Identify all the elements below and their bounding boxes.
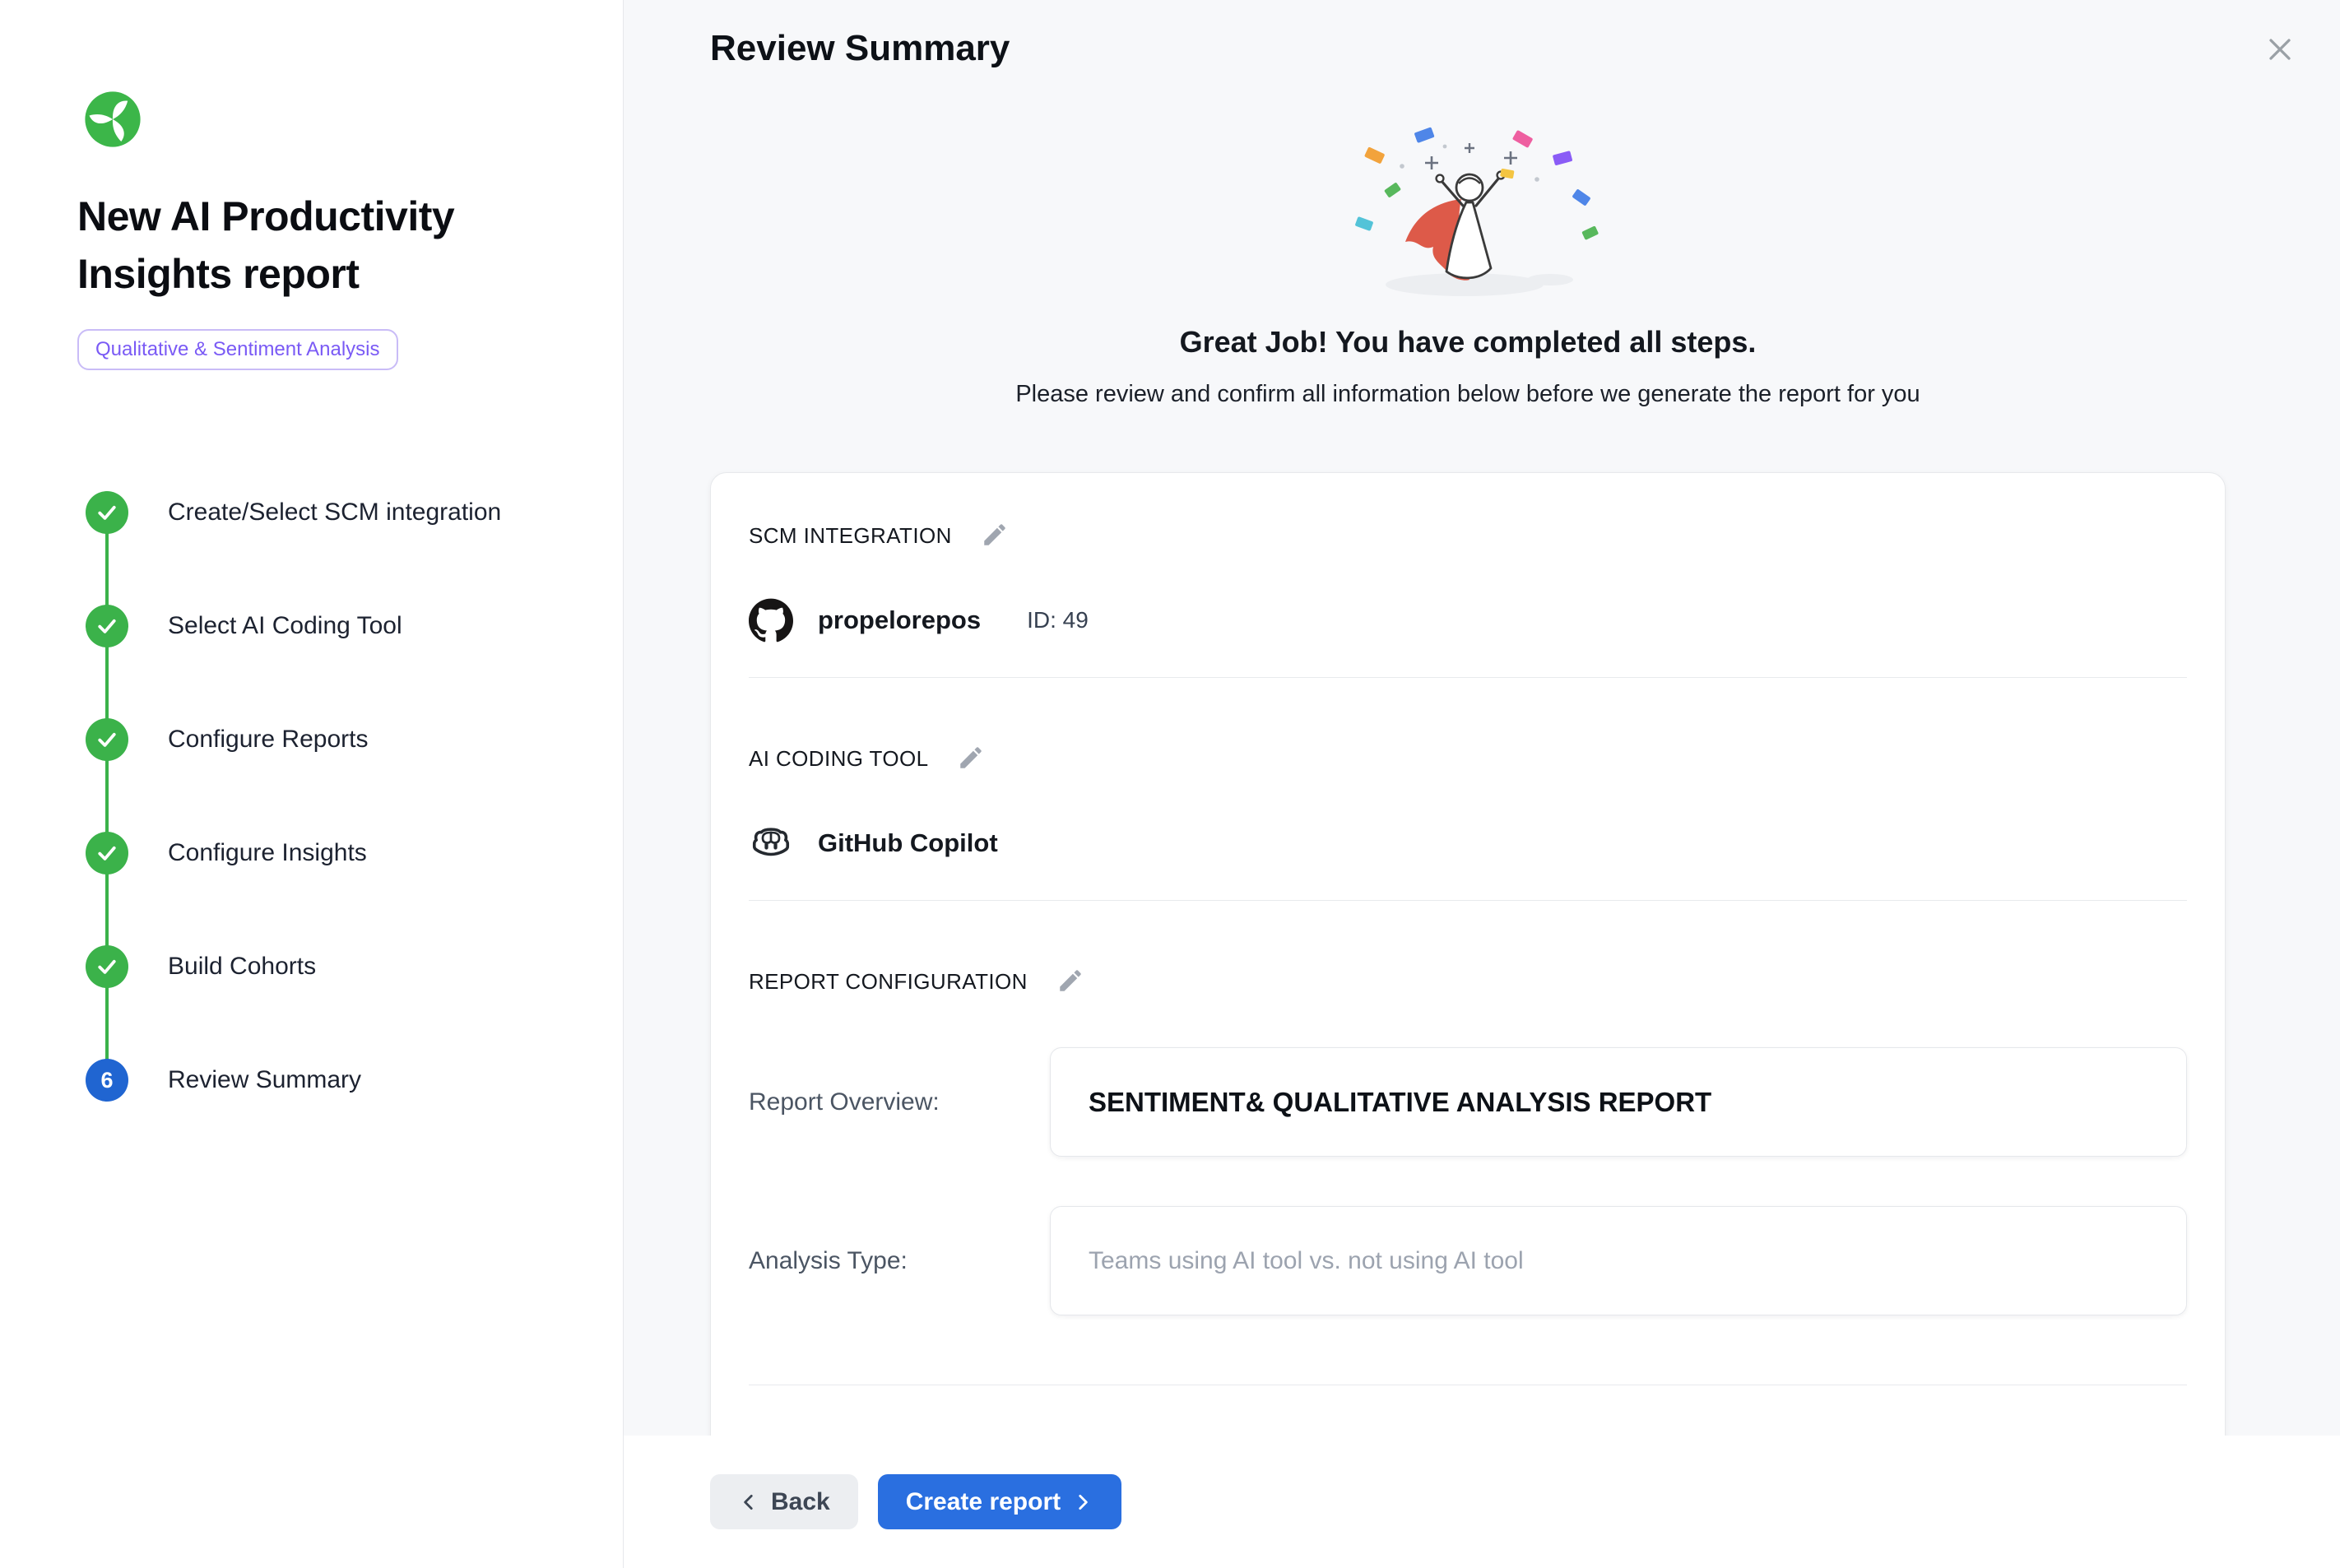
- summary-card: SCM INTEGRATION propelorepos ID: 49 AI C…: [710, 472, 2226, 1436]
- report-overview-row: Report Overview: SENTIMENT& QUALITATIVE …: [749, 1047, 2187, 1157]
- step-label: Review Summary: [168, 1066, 361, 1094]
- wizard-footer: Back Create report: [624, 1436, 2340, 1568]
- step-ai-coding-tool[interactable]: Select AI Coding Tool: [86, 569, 590, 683]
- chevron-right-icon: [1072, 1491, 1093, 1513]
- back-button-label: Back: [771, 1488, 830, 1516]
- main-panel: Review Summary: [624, 0, 2340, 1568]
- step-label: Configure Insights: [168, 839, 367, 867]
- ai-tool-name: GitHub Copilot: [818, 828, 998, 858]
- congrats-block: Great Job! You have completed all steps.…: [710, 69, 2226, 408]
- step-label: Select AI Coding Tool: [168, 612, 402, 640]
- create-report-label: Create report: [906, 1488, 1061, 1516]
- report-overview-label: Report Overview:: [749, 1088, 1050, 1116]
- copilot-icon: [749, 821, 793, 865]
- congrats-subtitle: Please review and confirm all informatio…: [710, 381, 2226, 408]
- step-configure-reports[interactable]: Configure Reports: [86, 683, 590, 796]
- report-title: New AI Productivity Insights report: [77, 188, 538, 303]
- create-report-button[interactable]: Create report: [878, 1474, 1121, 1529]
- edit-scm-icon[interactable]: [980, 521, 1010, 550]
- analysis-type-badge: Qualitative & Sentiment Analysis: [77, 329, 398, 370]
- analysis-type-value: Teams using AI tool vs. not using AI too…: [1050, 1206, 2187, 1315]
- divider: [749, 900, 2187, 901]
- step-label: Build Cohorts: [168, 953, 316, 981]
- chevron-left-icon: [738, 1491, 759, 1513]
- step-label: Configure Reports: [168, 726, 368, 754]
- edit-report-config-icon[interactable]: [1056, 967, 1085, 996]
- github-icon: [749, 598, 793, 643]
- report-config-section-title: REPORT CONFIGURATION: [749, 969, 1028, 995]
- step-review-summary[interactable]: 6 Review Summary: [86, 1023, 590, 1137]
- wizard-stepper: Create/Select SCM integration Select AI …: [86, 456, 590, 1137]
- ai-tool-section-title: AI CODING TOOL: [749, 746, 928, 772]
- divider: [749, 677, 2187, 678]
- review-summary-content: Review Summary: [624, 0, 2340, 1436]
- page-title: Review Summary: [710, 28, 2226, 69]
- close-icon[interactable]: [2261, 31, 2299, 69]
- congrats-title: Great Job! You have completed all steps.: [710, 325, 2226, 360]
- check-icon: [86, 718, 128, 761]
- celebration-illustration: [1270, 120, 1665, 309]
- check-icon: [86, 605, 128, 647]
- step-build-cohorts[interactable]: Build Cohorts: [86, 910, 590, 1023]
- step-number-badge: 6: [86, 1059, 128, 1102]
- step-scm-integration[interactable]: Create/Select SCM integration: [86, 456, 590, 569]
- analysis-type-row: Analysis Type: Teams using AI tool vs. n…: [749, 1206, 2187, 1315]
- back-button[interactable]: Back: [710, 1474, 858, 1529]
- step-label: Create/Select SCM integration: [168, 499, 501, 527]
- check-icon: [86, 491, 128, 534]
- scm-integration-id: ID: 49: [1027, 607, 1089, 633]
- analysis-type-label: Analysis Type:: [749, 1247, 1050, 1275]
- scm-section-title: SCM INTEGRATION: [749, 523, 952, 549]
- check-icon: [86, 945, 128, 988]
- wizard-sidebar: New AI Productivity Insights report Qual…: [0, 0, 624, 1568]
- check-icon: [86, 832, 128, 874]
- edit-ai-tool-icon[interactable]: [956, 744, 986, 773]
- report-overview-value: SENTIMENT& QUALITATIVE ANALYSIS REPORT: [1050, 1047, 2187, 1157]
- step-configure-insights[interactable]: Configure Insights: [86, 796, 590, 910]
- scm-integration-name: propelorepos: [818, 605, 981, 635]
- propelo-logo-icon: [84, 90, 142, 148]
